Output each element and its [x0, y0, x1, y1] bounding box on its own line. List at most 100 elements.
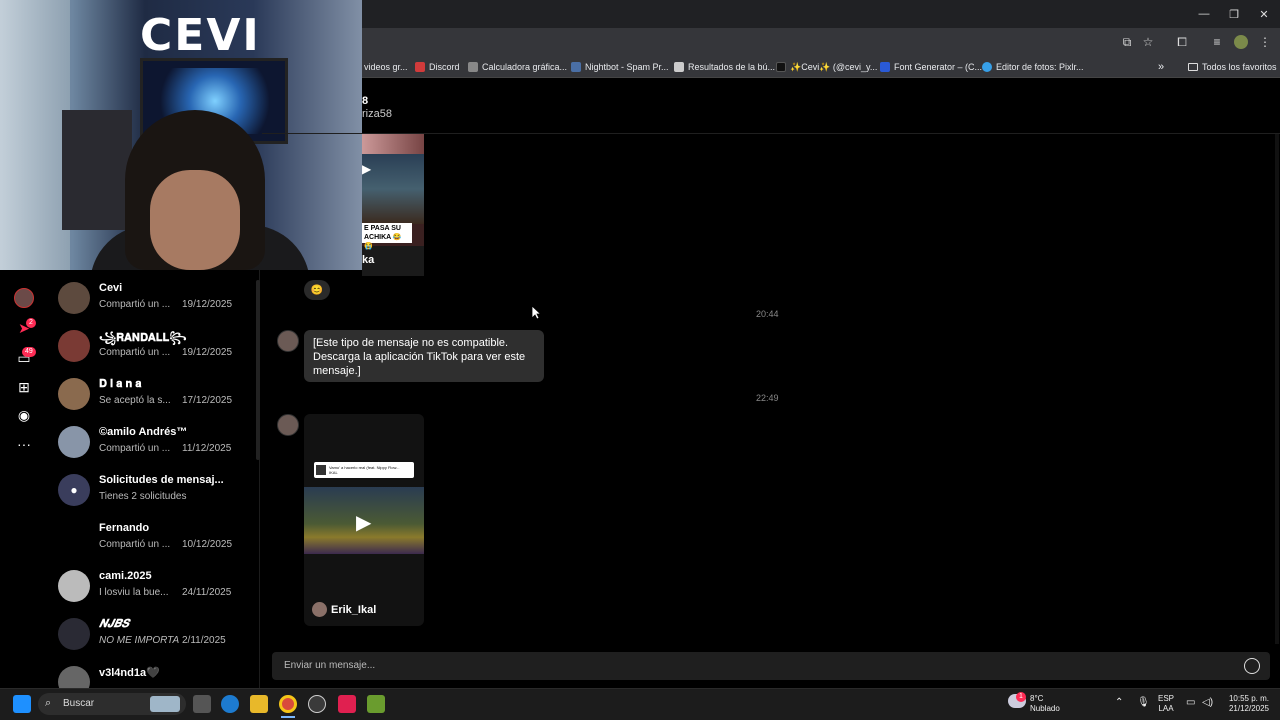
- shared-video-card[interactable]: ▶ E PASA SU ACHIKA 😂😭 ka: [362, 134, 424, 276]
- conversation-preview: Compartió un ...: [99, 539, 171, 550]
- webcam-overlay: CEVI: [0, 0, 362, 270]
- conversation-name: v3l4nd1a🖤: [99, 667, 160, 679]
- emoji-picker-icon[interactable]: [1244, 658, 1260, 674]
- conversation-date: 19/12/2025: [182, 299, 233, 310]
- network-icon[interactable]: ▭: [1186, 698, 1195, 708]
- video-caption: E PASA SU ACHIKA 😂😭: [362, 223, 412, 250]
- conversation-preview: I losviu la bue...: [99, 587, 169, 598]
- tray-chevron-up-icon[interactable]: ⌃: [1115, 698, 1123, 708]
- keyboard-layout: LAA: [1158, 704, 1174, 713]
- task-view-icon[interactable]: [193, 695, 211, 713]
- message-input[interactable]: Enviar un mensaje...: [284, 660, 375, 671]
- upload-icon[interactable]: ⊞: [14, 377, 34, 397]
- conversation-name: Fernando: [99, 522, 150, 534]
- conversation-item[interactable]: 𝐃 𝐢 𝐚 𝐧 𝐚 Se aceptó la s... 17/12/2025: [58, 376, 258, 420]
- all-bookmarks-folder[interactable]: Todos los favoritos: [1188, 60, 1277, 74]
- calculator-icon: [468, 62, 478, 72]
- tiktok-app-icon[interactable]: [338, 695, 356, 713]
- conversation-list: Cevi Compartió un ... 19/12/2025 ꧁𝐑𝐀𝐍𝐃𝐀𝐋…: [48, 270, 260, 688]
- chat-header-handle[interactable]: riza58: [362, 108, 392, 120]
- conversation-name: ©amilo Andrés™: [99, 426, 188, 438]
- webcam-wall-left: [0, 0, 70, 270]
- chrome-browser-icon[interactable]: [279, 695, 297, 713]
- conversation-list-scrollbar[interactable]: [256, 280, 260, 460]
- chat-bubble-icon: ●: [58, 474, 90, 506]
- conversation-preview: Compartió un ...: [99, 347, 171, 358]
- search-results-icon: [674, 62, 684, 72]
- messages-badge: 49: [22, 347, 36, 357]
- inbox-badge: 2: [26, 318, 36, 328]
- bookmark-item[interactable]: Editor de fotos: Pixlr...: [982, 60, 1084, 74]
- sender-avatar[interactable]: [277, 330, 299, 352]
- conversation-item[interactable]: ©amilo Andrés™ Compartió un ... 11/12/20…: [58, 424, 258, 468]
- volume-icon[interactable]: ◁): [1202, 698, 1213, 708]
- more-bookmarks-button[interactable]: »: [1158, 60, 1164, 74]
- weather-widget[interactable]: 8°C Nublado: [1030, 694, 1060, 714]
- video-author[interactable]: Erik_Ikal: [312, 602, 376, 617]
- conversation-preview: Tienes 2 solicitudes: [99, 491, 187, 502]
- close-window-button[interactable]: ✕: [1248, 0, 1280, 28]
- live-icon[interactable]: ◉: [14, 405, 34, 425]
- discord-icon: [415, 62, 425, 72]
- taskbar-search[interactable]: ⌕ Buscar: [38, 693, 186, 715]
- avatar: [58, 618, 90, 650]
- conversation-preview: NO ME IMPORTA: [99, 635, 180, 646]
- install-app-icon[interactable]: ⧉: [1118, 33, 1136, 51]
- tiktok-icon: [776, 62, 786, 72]
- conversation-item[interactable]: v3l4nd1a🖤: [58, 664, 258, 688]
- conversation-item[interactable]: Cevi Compartió un ... 19/12/2025: [58, 280, 258, 324]
- profile-avatar[interactable]: [14, 288, 34, 308]
- bookmark-item[interactable]: ✨Cevi✨ (@cevi_y...: [776, 60, 877, 74]
- webcam-person-face: [150, 170, 240, 270]
- conversation-item[interactable]: ꧁𝐑𝐀𝐍𝐃𝐀𝐋𝐋꧂ Compartió un ... 19/12/2025: [58, 328, 258, 372]
- more-icon[interactable]: ···: [14, 434, 34, 454]
- bookmark-item[interactable]: Font Generator – (C...: [880, 60, 982, 74]
- minecraft-icon[interactable]: [367, 695, 385, 713]
- windows-start-icon[interactable]: [13, 695, 31, 713]
- avatar: [58, 282, 90, 314]
- minimize-button[interactable]: —: [1188, 0, 1220, 28]
- conversation-date: 10/12/2025: [182, 539, 233, 550]
- shared-video-card[interactable]: Vamo' a hacerlo real (feat. Nippy Flow..…: [304, 414, 424, 626]
- message-requests-item[interactable]: ● Solicitudes de mensaj... Tienes 2 soli…: [58, 472, 258, 516]
- chat-scrollbar[interactable]: [1275, 134, 1279, 644]
- conversation-item[interactable]: Fernando Compartió un ... 10/12/2025: [58, 520, 258, 564]
- song-info: Vamo' a hacerlo real (feat. Nippy Flow..…: [329, 465, 400, 475]
- avatar: [58, 330, 90, 362]
- profile-avatar-icon[interactable]: [1232, 33, 1250, 51]
- edge-browser-icon[interactable]: [221, 695, 239, 713]
- sender-avatar[interactable]: [277, 414, 299, 436]
- bookmark-item[interactable]: Discord: [415, 60, 460, 74]
- language-code: ESP: [1158, 694, 1175, 703]
- message-composer[interactable]: Enviar un mensaje...: [272, 652, 1270, 680]
- file-explorer-icon[interactable]: [250, 695, 268, 713]
- extensions-icon[interactable]: ⧠: [1173, 33, 1191, 51]
- bookmark-item[interactable]: Resultados de la bú...: [674, 60, 775, 74]
- bookmark-item[interactable]: Calculadora gráfica...: [468, 60, 567, 74]
- bookmark-item[interactable]: Nightbot - Spam Pr...: [571, 60, 669, 74]
- conversation-date: 19/12/2025: [182, 347, 233, 358]
- clock-date: 21/12/2025: [1228, 704, 1270, 713]
- video-author-name: Erik_Ikal: [331, 603, 377, 616]
- obs-studio-icon[interactable]: [308, 695, 326, 713]
- media-control-icon[interactable]: ≡: [1208, 33, 1226, 51]
- clock[interactable]: 10:55 p. m. 21/12/2025: [1224, 694, 1274, 714]
- conversation-item[interactable]: cami.2025 I losviu la bue... 24/11/2025: [58, 568, 258, 612]
- language-indicator[interactable]: ESP LAA: [1158, 694, 1174, 714]
- avatar: [58, 378, 90, 410]
- avatar: [58, 570, 90, 602]
- avatar: [312, 602, 327, 617]
- bookmark-label: Calculadora gráfica...: [482, 62, 568, 72]
- message-timestamp: 20:44: [756, 309, 779, 319]
- nightbot-icon: [571, 62, 581, 72]
- conversation-name: 𝑵𝑱𝑩𝑺: [99, 618, 129, 630]
- active-app-indicator: [281, 716, 295, 718]
- conversation-item[interactable]: 𝑵𝑱𝑩𝑺 NO ME IMPORTA 2/11/2025: [58, 616, 258, 660]
- bookmark-star-icon[interactable]: ☆: [1139, 33, 1157, 51]
- song-card: Vamo' a hacerlo real (feat. Nippy Flow..…: [314, 462, 414, 478]
- chat-header-name: 8: [362, 95, 369, 107]
- microphone-icon[interactable]: 🎙: [1137, 698, 1150, 708]
- restore-button[interactable]: ❐: [1218, 0, 1250, 28]
- chrome-menu-icon[interactable]: ⋮: [1256, 33, 1274, 51]
- bookmark-item[interactable]: videos gr...: [364, 60, 408, 74]
